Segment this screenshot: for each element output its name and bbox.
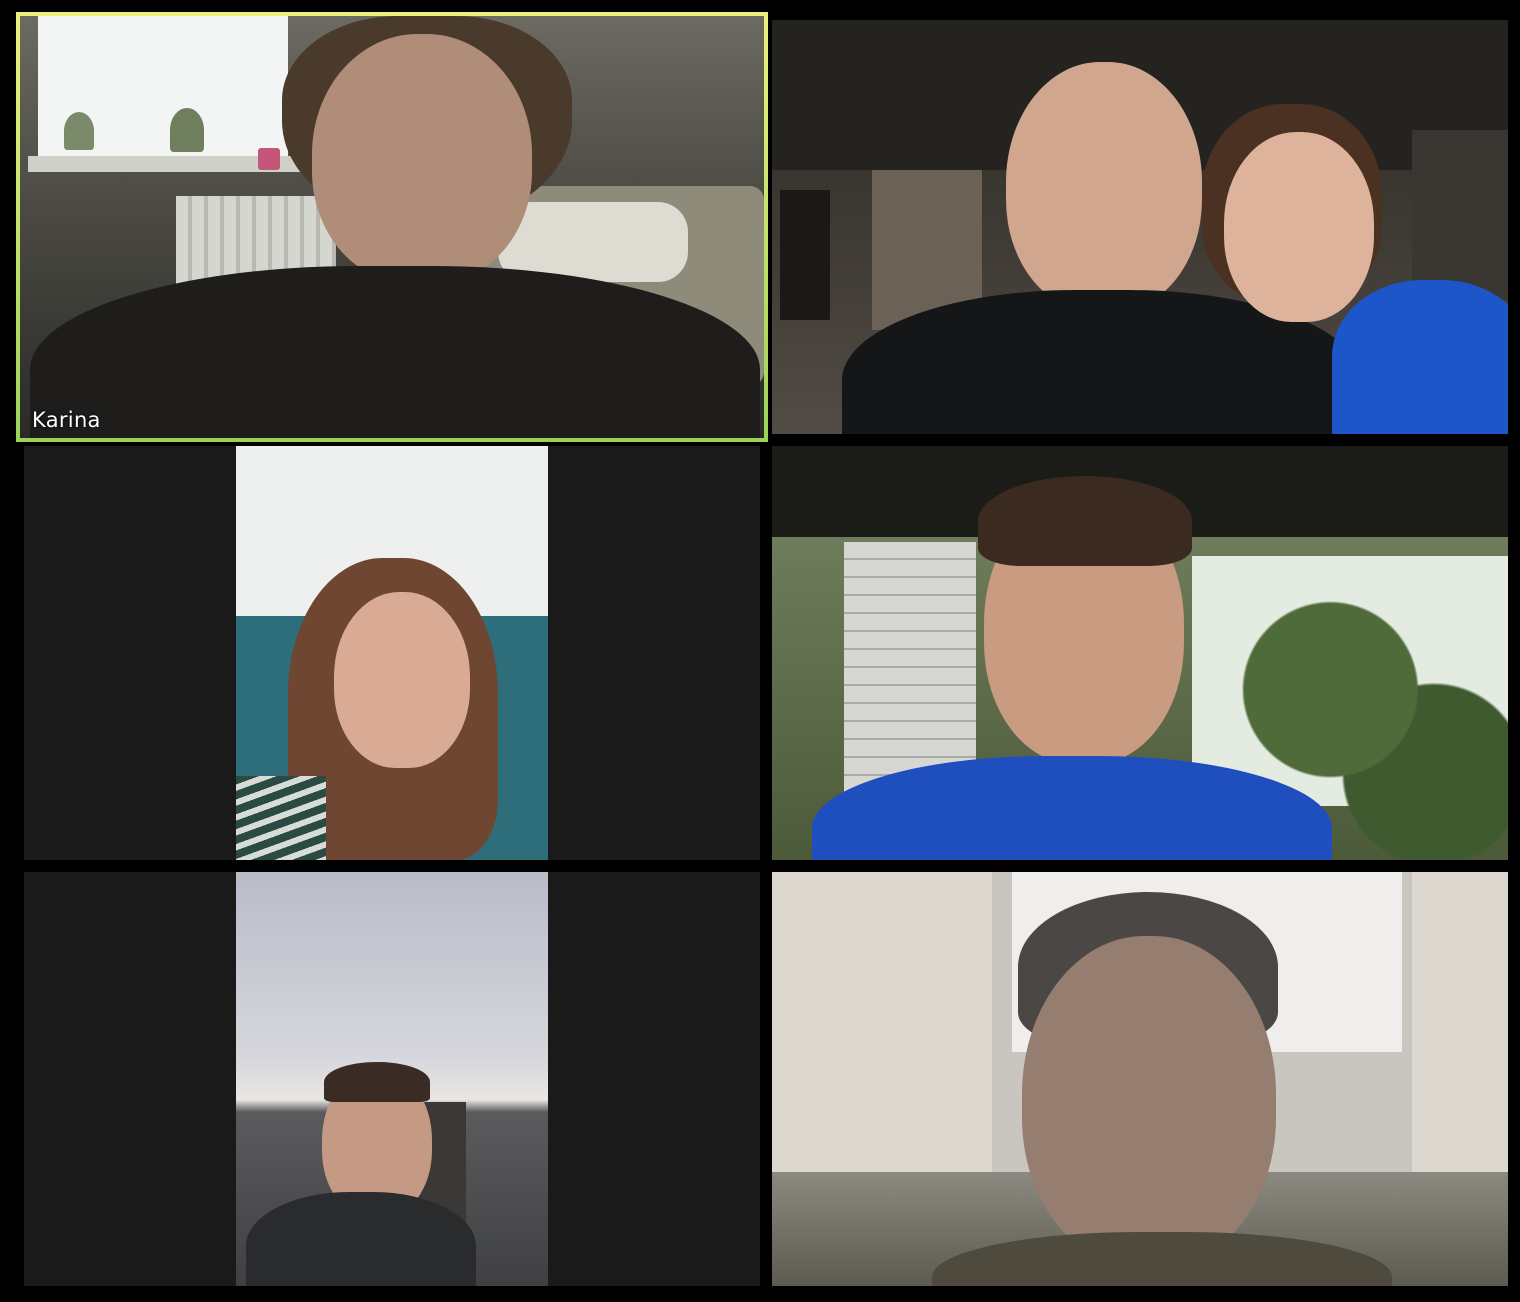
face bbox=[1006, 62, 1202, 312]
wall-map bbox=[1412, 130, 1508, 300]
participant-video bbox=[236, 446, 548, 860]
video-tile-participant-2[interactable] bbox=[772, 20, 1508, 434]
participant-name-label: Karina bbox=[32, 408, 101, 432]
face bbox=[334, 592, 470, 768]
tv-screen bbox=[780, 190, 830, 320]
hair bbox=[978, 476, 1192, 566]
face bbox=[1224, 132, 1374, 322]
participant-video bbox=[772, 446, 1508, 860]
plant bbox=[64, 112, 94, 150]
hair bbox=[324, 1062, 430, 1102]
participant-video bbox=[772, 20, 1508, 434]
video-tile-karina[interactable]: Karina bbox=[16, 12, 768, 442]
video-tile-participant-4[interactable] bbox=[772, 446, 1508, 860]
plant bbox=[170, 108, 204, 152]
video-tile-participant-3[interactable] bbox=[24, 446, 760, 860]
participant-video bbox=[20, 16, 764, 438]
video-tile-participant-6[interactable] bbox=[772, 872, 1508, 1286]
face bbox=[312, 34, 532, 284]
torso bbox=[30, 266, 760, 438]
video-tile-participant-5[interactable] bbox=[24, 872, 760, 1286]
participant-video bbox=[772, 872, 1508, 1286]
face bbox=[1022, 936, 1276, 1266]
plant-pot bbox=[258, 148, 280, 170]
torso bbox=[236, 776, 326, 860]
torso bbox=[246, 1192, 476, 1286]
participant-video bbox=[236, 872, 548, 1286]
torso bbox=[1332, 280, 1508, 434]
